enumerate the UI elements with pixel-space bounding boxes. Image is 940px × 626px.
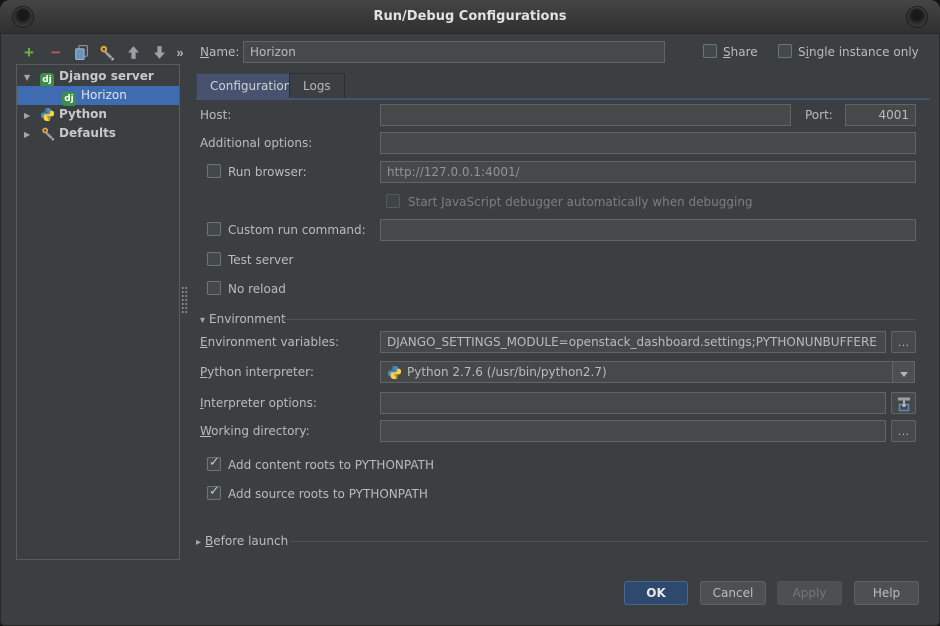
arrow-up-icon <box>125 44 143 61</box>
window-button-left[interactable] <box>12 6 34 28</box>
tree-item-horizon[interactable]: dj Horizon <box>17 86 179 105</box>
port-label: Port: <box>805 108 833 123</box>
custom-run-command-field[interactable] <box>380 219 916 241</box>
add-content-roots-checkbox[interactable] <box>207 457 221 471</box>
arrow-down-icon <box>151 44 169 61</box>
additional-options-field[interactable] <box>380 132 916 154</box>
cancel-button[interactable]: Cancel <box>700 581 766 605</box>
expand-field-icon <box>892 396 915 412</box>
tree-item-label: Horizon <box>81 86 127 105</box>
chevron-down-icon: ▾ <box>200 315 205 326</box>
window-button-right[interactable] <box>906 6 928 28</box>
python-icon <box>40 107 55 122</box>
run-browser-url-field[interactable] <box>380 161 916 183</box>
chevron-right-icon[interactable]: ▶ <box>24 106 30 125</box>
js-debugger-checkbox[interactable] <box>386 194 400 208</box>
chevron-double-right-icon: » <box>172 44 188 61</box>
run-browser-checkbox[interactable] <box>207 164 221 178</box>
chevron-right-icon[interactable]: ▶ <box>24 125 30 144</box>
additional-options-label: Additional options: <box>200 136 312 151</box>
test-server-checkbox[interactable] <box>207 252 221 266</box>
tree-item-django-server[interactable]: ▼ dj Django server <box>17 67 179 86</box>
working-directory-label: Working directory: <box>200 424 310 439</box>
tab-logs[interactable]: Logs <box>289 73 345 98</box>
environment-variables-label: Environment variables: <box>200 335 339 350</box>
plus-icon: + <box>20 44 38 61</box>
host-field[interactable] <box>380 104 791 126</box>
no-reload-checkbox[interactable] <box>207 281 221 295</box>
interpreter-options-field[interactable] <box>380 392 886 414</box>
python-interpreter-label: Python interpreter: <box>200 365 314 380</box>
configurations-tree: ▼ dj Django server dj Horizon ▶ Python <box>16 64 180 560</box>
name-label: Name: <box>200 45 239 60</box>
interpreter-options-label: Interpreter options: <box>200 396 317 411</box>
working-directory-browse-button[interactable]: … <box>891 420 916 442</box>
copy-configuration-button[interactable] <box>73 43 91 61</box>
before-launch-header[interactable]: ▸Before launch <box>196 534 288 548</box>
copy-icon <box>73 44 91 61</box>
help-button[interactable]: Help <box>854 581 919 605</box>
apply-button[interactable]: Apply <box>777 581 842 605</box>
wrench-gear-icon <box>98 44 116 61</box>
wrench-gear-icon <box>40 126 55 141</box>
window-title: Run/Debug Configurations <box>0 0 940 34</box>
chevron-down-icon[interactable]: ▼ <box>24 68 30 87</box>
ok-button[interactable]: OK <box>624 581 688 605</box>
titlebar: Run/Debug Configurations <box>0 0 940 34</box>
js-debugger-label: Start JavaScript debugger automatically … <box>408 195 753 210</box>
custom-run-command-label[interactable]: Custom run command: <box>228 223 366 238</box>
host-label: Host: <box>200 108 231 123</box>
environment-section-header[interactable]: ▾Environment <box>200 312 286 326</box>
python-interpreter-value: Python 2.7.6 (/usr/bin/python2.7) <box>407 365 607 379</box>
environment-variables-browse-button[interactable]: … <box>891 331 916 353</box>
tree-item-label: Defaults <box>59 124 116 143</box>
custom-run-command-checkbox[interactable] <box>207 222 221 236</box>
move-down-button[interactable] <box>151 43 169 61</box>
add-content-roots-label[interactable]: Add content roots to PYTHONPATH <box>228 458 434 473</box>
more-actions-button[interactable]: » <box>172 43 188 61</box>
tree-item-label: Django server <box>59 67 154 86</box>
remove-configuration-button[interactable]: − <box>47 43 65 61</box>
run-browser-label[interactable]: Run browser: <box>228 165 307 180</box>
minus-icon: − <box>47 44 65 61</box>
python-interpreter-select[interactable]: Python 2.7.6 (/usr/bin/python2.7) <box>380 361 915 383</box>
before-launch-separator <box>290 541 928 542</box>
chevron-right-icon: ▸ <box>196 537 201 548</box>
working-directory-field[interactable] <box>380 420 886 442</box>
single-instance-label[interactable]: Single instance only <box>798 45 919 60</box>
move-up-button[interactable] <box>125 43 143 61</box>
share-label[interactable]: Share <box>723 45 758 60</box>
python-interpreter-dropdown-button[interactable] <box>892 362 914 382</box>
no-reload-label[interactable]: No reload <box>228 282 286 297</box>
port-field[interactable] <box>845 104 916 126</box>
add-configuration-button[interactable]: + <box>20 43 38 61</box>
add-source-roots-checkbox[interactable] <box>207 486 221 500</box>
name-field[interactable] <box>243 41 665 63</box>
edit-defaults-button[interactable] <box>98 43 116 61</box>
tree-item-python[interactable]: ▶ Python <box>17 105 179 124</box>
environment-variables-field[interactable] <box>380 331 886 353</box>
splitter-grip[interactable] <box>181 286 188 314</box>
single-instance-checkbox[interactable] <box>778 44 792 58</box>
tree-item-label: Python <box>59 105 107 124</box>
run-debug-configurations-dialog: Run/Debug Configurations + − <box>0 0 940 626</box>
tab-underline <box>196 98 930 100</box>
dialog-body: + − <box>0 34 940 626</box>
add-source-roots-label[interactable]: Add source roots to PYTHONPATH <box>228 487 428 502</box>
share-checkbox[interactable] <box>703 44 717 58</box>
tree-item-defaults[interactable]: ▶ Defaults <box>17 124 179 143</box>
environment-separator <box>280 319 916 320</box>
chevron-down-icon <box>900 372 908 377</box>
interpreter-options-expand-button[interactable] <box>891 392 916 414</box>
test-server-label[interactable]: Test server <box>228 253 293 268</box>
python-icon <box>387 365 402 380</box>
